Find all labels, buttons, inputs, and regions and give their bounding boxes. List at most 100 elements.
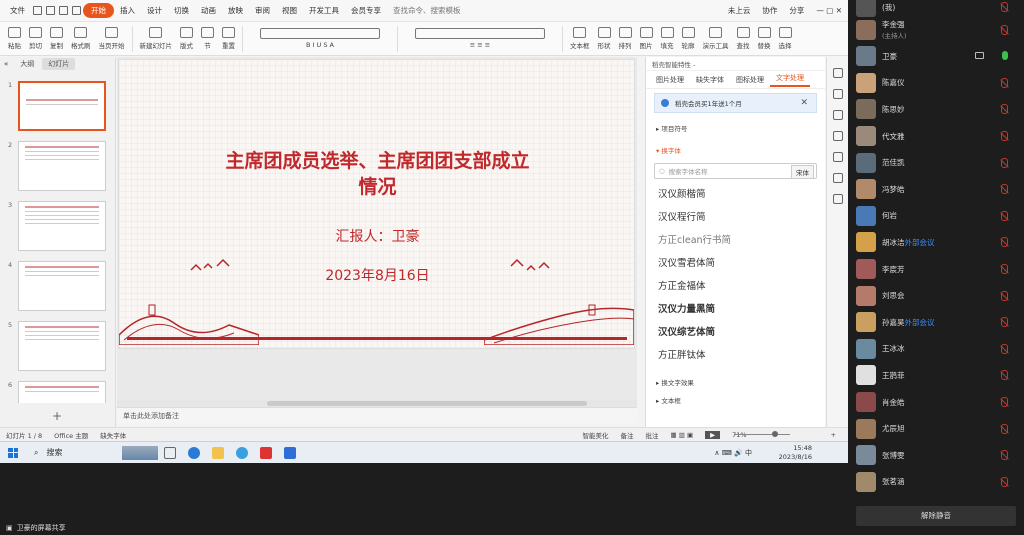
participant-row[interactable]: 肖金皓: [856, 389, 1024, 415]
menu-member[interactable]: 会员专享: [345, 5, 387, 16]
zoom-slider[interactable]: [735, 434, 790, 435]
textbox-button[interactable]: 文本框: [570, 27, 590, 50]
share-button[interactable]: 分享: [783, 5, 810, 16]
mic-muted-icon[interactable]: [1001, 210, 1008, 221]
replace-button[interactable]: 替换: [757, 27, 771, 50]
menu-transition[interactable]: 切换: [168, 5, 195, 16]
new-slide-button[interactable]: 新建幻灯片: [140, 27, 172, 50]
participant-row[interactable]: 孙嘉昊外部会议: [856, 309, 1024, 335]
member-notice[interactable]: 稻壳会员买1年送1个月 ✕: [654, 93, 817, 113]
comments-button[interactable]: 批注: [646, 430, 659, 440]
redo-icon[interactable]: [72, 6, 81, 15]
font-select-button[interactable]: 宋体: [791, 165, 814, 179]
shape-button[interactable]: 形状: [597, 27, 611, 50]
tab-image-processing[interactable]: 图片处理: [650, 75, 690, 85]
mic-muted-icon[interactable]: [1001, 476, 1008, 487]
slide-thumbnail[interactable]: [18, 201, 106, 251]
notes-field[interactable]: 单击此处添加备注: [117, 407, 637, 423]
participant-row[interactable]: 胡冰洁外部会议: [856, 229, 1024, 255]
slide-thumbnail[interactable]: [18, 321, 106, 371]
notes-toggle-button[interactable]: 备注: [621, 430, 634, 440]
tab-text-processing[interactable]: 文字处理: [770, 73, 810, 87]
collab-button[interactable]: 协作: [756, 5, 783, 16]
select-button[interactable]: 选择: [778, 27, 792, 50]
slide-thumb-row[interactable]: 6: [0, 381, 116, 403]
smart-icon[interactable]: [832, 173, 843, 183]
panel-header[interactable]: 稻壳智能特性 -: [646, 57, 825, 71]
font-option[interactable]: 汉仪颜楷简: [646, 183, 825, 206]
edge-icon[interactable]: [188, 446, 201, 459]
change-font-section[interactable]: ▾ 换字体: [646, 139, 825, 161]
current-slide[interactable]: 主席团成员选举、主席团团支部成立 情况 汇报人：卫豪 2023年8月16日: [118, 59, 635, 349]
participant-row[interactable]: 李宸芳: [856, 256, 1024, 282]
missing-font-button[interactable]: 缺失字体: [100, 430, 126, 440]
taskbar-search[interactable]: ⌕ 搜索: [34, 447, 62, 458]
taskbar-clock[interactable]: 15:48 2023/8/16: [779, 444, 812, 462]
participant-row[interactable]: 刘思会: [856, 283, 1024, 309]
participant-row[interactable]: 代文雅: [856, 123, 1024, 149]
mic-on-icon[interactable]: [1002, 51, 1008, 61]
wps-icon[interactable]: [260, 446, 273, 459]
font-format-group[interactable]: B I U S A: [250, 28, 390, 49]
font-option[interactable]: 方正金福体: [646, 275, 825, 298]
mic-muted-icon[interactable]: [1001, 237, 1008, 248]
outline-button[interactable]: 轮廓: [681, 27, 695, 50]
meeting-icon[interactable]: [236, 446, 249, 459]
add-slide-button[interactable]: +: [52, 409, 62, 423]
participant-row[interactable]: 张茗涵: [856, 469, 1024, 495]
font-option[interactable]: 汉仪力量黑简: [646, 298, 825, 321]
play-button[interactable]: ▶: [705, 430, 721, 439]
cut-button[interactable]: 剪切: [29, 27, 42, 50]
window-controls[interactable]: — ▢ ✕: [810, 6, 848, 15]
tab-outline[interactable]: 大纲: [14, 58, 40, 70]
participant-row[interactable]: 张博雯: [856, 442, 1024, 468]
paragraph-group[interactable]: ≡ ≡ ≡: [405, 28, 555, 49]
textbox-section[interactable]: ▸ 文本框: [646, 393, 825, 411]
menu-developer[interactable]: 开发工具: [303, 5, 345, 16]
app-icon[interactable]: [284, 446, 297, 459]
slide-thumb-row[interactable]: 4: [0, 261, 116, 313]
mic-muted-icon[interactable]: [1001, 104, 1008, 115]
windows-start-icon[interactable]: [8, 447, 18, 458]
font-option[interactable]: 汉仪程行简: [646, 206, 825, 229]
section-button[interactable]: 节: [201, 27, 214, 50]
mic-muted-icon[interactable]: [1001, 77, 1008, 88]
slide-thumb-row[interactable]: 2: [0, 141, 116, 193]
animation-icon[interactable]: [832, 110, 843, 120]
participant-row[interactable]: 陈思妙: [856, 96, 1024, 122]
mic-muted-icon[interactable]: [1001, 184, 1008, 195]
mic-muted-icon[interactable]: [1001, 370, 1008, 381]
smart-beautify-button[interactable]: 智能美化: [583, 430, 609, 440]
slide-title[interactable]: 主席团成员选举、主席团团支部成立 情况: [119, 148, 634, 200]
book-icon[interactable]: [832, 194, 843, 204]
view-buttons[interactable]: ▦ ▥ ▣: [671, 431, 694, 439]
participant-row[interactable]: 陈嘉仪: [856, 70, 1024, 96]
slide-thumb-row[interactable]: 1: [0, 81, 116, 133]
menu-file[interactable]: 文件: [4, 5, 31, 16]
bullets-section[interactable]: ▸ 项目符号: [646, 117, 825, 139]
mic-muted-icon[interactable]: [1001, 157, 1008, 168]
arrange-button[interactable]: 排列: [618, 27, 632, 50]
participant-row[interactable]: 李金强 (主持人): [856, 17, 1024, 43]
mic-muted-icon[interactable]: [1001, 131, 1008, 141]
font-option[interactable]: 汉仪雪君体简: [646, 252, 825, 275]
slide-thumb-row[interactable]: 5: [0, 321, 116, 373]
font-option[interactable]: 方正clean行书简: [646, 229, 825, 252]
folder-icon[interactable]: [212, 446, 225, 459]
mic-muted-icon[interactable]: [1001, 2, 1008, 12]
font-search-input[interactable]: ○ 搜索字体名称 宋体: [654, 163, 817, 179]
text-effects-section[interactable]: ▸ 换文字效果: [646, 371, 825, 393]
participant-row[interactable]: 冯梦皓: [856, 176, 1024, 202]
slide-thumbnail[interactable]: [18, 81, 106, 131]
undo-icon[interactable]: [59, 6, 68, 15]
layout-button[interactable]: 版式: [180, 27, 193, 50]
unmute-all-button[interactable]: 解除静音: [856, 506, 1016, 526]
mic-muted-icon[interactable]: [1001, 317, 1008, 328]
mic-muted-icon[interactable]: [1001, 423, 1008, 434]
fill-button[interactable]: 填充: [660, 27, 674, 50]
font-option[interactable]: 方正胖钛体: [646, 344, 825, 367]
tab-icon-processing[interactable]: 图标处理: [730, 75, 770, 85]
reset-button[interactable]: 重置: [222, 27, 235, 50]
mic-muted-icon[interactable]: [1001, 343, 1008, 354]
font-option[interactable]: 汉仪综艺体简: [646, 321, 825, 344]
